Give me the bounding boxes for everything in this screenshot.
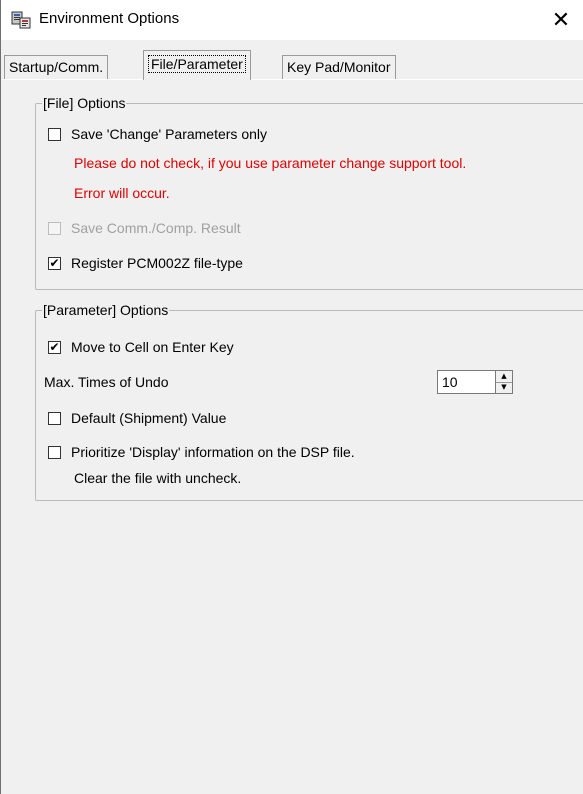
environment-options-dialog: Environment Options ✕ Startup/Comm. File… <box>0 0 583 794</box>
default-value-option[interactable]: Default (Shipment) Value <box>48 410 226 426</box>
window-title: Environment Options <box>39 10 180 27</box>
file-options-title: [File] Options <box>42 94 127 112</box>
tab-label: File/Parameter <box>148 55 246 73</box>
tab-file-parameter[interactable]: File/Parameter <box>143 50 251 80</box>
tab-key-pad-monitor[interactable]: Key Pad/Monitor <box>282 55 396 79</box>
prioritize-display-checkbox[interactable] <box>48 445 61 459</box>
move-to-cell-checkbox[interactable]: ✔ <box>48 340 61 354</box>
move-to-cell-option[interactable]: ✔ Move to Cell on Enter Key <box>48 339 234 355</box>
max-undo-input[interactable]: 10 <box>437 370 495 394</box>
tab-label: Key Pad/Monitor <box>287 59 391 75</box>
spin-up-icon[interactable]: ▲ <box>496 371 512 383</box>
register-filetype-checkbox[interactable]: ✔ <box>48 256 61 270</box>
app-window-icon <box>11 11 31 29</box>
tab-startup-comm[interactable]: Startup/Comm. <box>4 55 109 79</box>
tab-label: Startup/Comm. <box>9 59 104 75</box>
save-change-only-label: Save 'Change' Parameters only <box>71 126 268 142</box>
parameter-options-title: [Parameter] Options <box>42 301 170 319</box>
max-undo-spinner[interactable]: 10 ▲ ▼ <box>437 370 513 394</box>
prioritize-display-note: Clear the file with uncheck. <box>74 470 242 486</box>
file-parameter-panel: [File] Options Save 'Change' Parameters … <box>2 80 583 794</box>
register-filetype-label: Register PCM002Z file-type <box>71 255 243 271</box>
warning-text-line2: Error will occur. <box>74 185 170 201</box>
warning-text-line1: Please do not check, if you use paramete… <box>74 155 467 171</box>
default-value-checkbox[interactable] <box>48 411 61 425</box>
spin-down-icon[interactable]: ▼ <box>496 383 512 394</box>
prioritize-display-option[interactable]: Prioritize 'Display' information on the … <box>48 444 355 460</box>
close-icon[interactable]: ✕ <box>538 0 583 40</box>
tab-strip: Startup/Comm. File/Parameter Key Pad/Mon… <box>1 48 583 80</box>
title-bar: Environment Options ✕ <box>1 0 583 40</box>
register-filetype-option[interactable]: ✔ Register PCM002Z file-type <box>48 255 243 271</box>
save-comm-result-checkbox <box>48 221 61 235</box>
max-undo-label: Max. Times of Undo <box>44 374 169 390</box>
move-to-cell-label: Move to Cell on Enter Key <box>71 339 234 355</box>
save-change-only-checkbox[interactable] <box>48 127 61 141</box>
save-comm-result-option: Save Comm./Comp. Result <box>48 220 241 236</box>
spinner-buttons: ▲ ▼ <box>495 370 513 394</box>
prioritize-display-label: Prioritize 'Display' information on the … <box>71 444 355 460</box>
save-comm-result-label: Save Comm./Comp. Result <box>71 220 241 236</box>
save-change-only-option[interactable]: Save 'Change' Parameters only <box>48 126 267 142</box>
default-value-label: Default (Shipment) Value <box>71 410 227 426</box>
